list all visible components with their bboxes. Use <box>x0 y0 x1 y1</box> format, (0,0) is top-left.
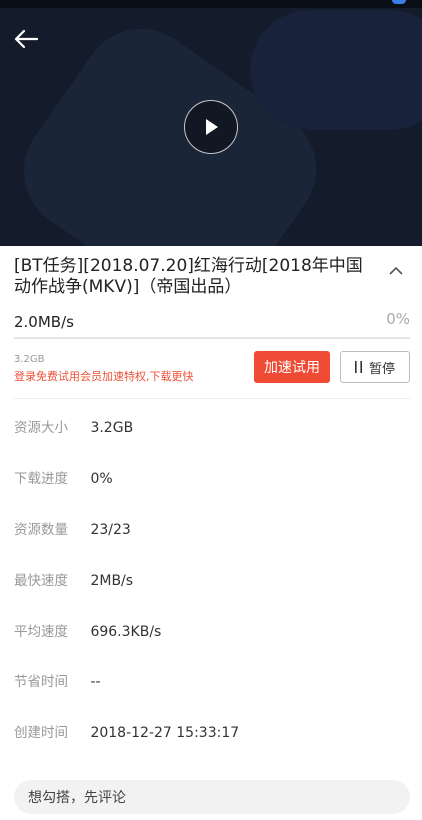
info-value: 0% <box>90 471 113 487</box>
info-label: 创建时间 <box>14 725 68 741</box>
info-row-avg-speed: 平均速度 696.3KB/s <box>14 620 161 640</box>
arrow-left-icon <box>14 29 39 49</box>
task-title: [BT任务][2018.07.20]红海行动[2018年中国动作战争(MKV)]… <box>14 256 363 297</box>
info-label: 平均速度 <box>14 624 68 640</box>
video-player[interactable] <box>0 0 422 246</box>
info-row-count: 资源数量 23/23 <box>14 518 131 538</box>
play-icon <box>206 119 218 135</box>
info-row-progress: 下载进度 0% <box>14 467 113 487</box>
collapse-button[interactable] <box>384 260 408 280</box>
info-label: 最快速度 <box>14 573 68 589</box>
info-value: -- <box>90 674 101 690</box>
info-row-created: 创建时间 2018-12-27 15:33:17 <box>14 721 239 741</box>
chevron-up-icon <box>389 266 403 275</box>
file-size: 3.2GB <box>14 354 45 365</box>
divider <box>14 398 410 399</box>
pause-label: 暂停 <box>368 361 395 377</box>
info-row-size: 资源大小 3.2GB <box>14 416 133 436</box>
pause-button[interactable]: 暂停 <box>340 351 410 383</box>
info-value: 23/23 <box>90 522 131 538</box>
info-row-saved-time: 节省时间 -- <box>14 670 101 690</box>
download-speed: 2.0MB/s <box>14 313 74 331</box>
info-row-max-speed: 最快速度 2MB/s <box>14 569 133 589</box>
comment-input[interactable]: 想勾搭，先评论 <box>14 780 410 814</box>
info-value: 696.3KB/s <box>90 624 162 640</box>
pause-icon <box>354 361 362 373</box>
status-indicator <box>392 0 406 4</box>
info-label: 资源数量 <box>14 522 68 538</box>
download-percent: 0% <box>386 310 410 328</box>
accelerate-trial-button[interactable]: 加速试用 <box>254 351 330 383</box>
back-button[interactable] <box>10 24 42 54</box>
play-button[interactable] <box>184 100 238 154</box>
info-label: 节省时间 <box>14 674 68 690</box>
info-value: 3.2GB <box>90 420 134 436</box>
progress-bar <box>14 337 410 339</box>
info-label: 资源大小 <box>14 420 68 436</box>
video-background-shape <box>250 10 422 130</box>
info-value: 2018-12-27 15:33:17 <box>90 725 240 741</box>
promo-text[interactable]: 登录免费试用会员加速特权,下载更快 <box>14 368 194 384</box>
info-value: 2MB/s <box>90 573 134 589</box>
status-bar <box>0 0 422 8</box>
info-label: 下载进度 <box>14 471 68 487</box>
